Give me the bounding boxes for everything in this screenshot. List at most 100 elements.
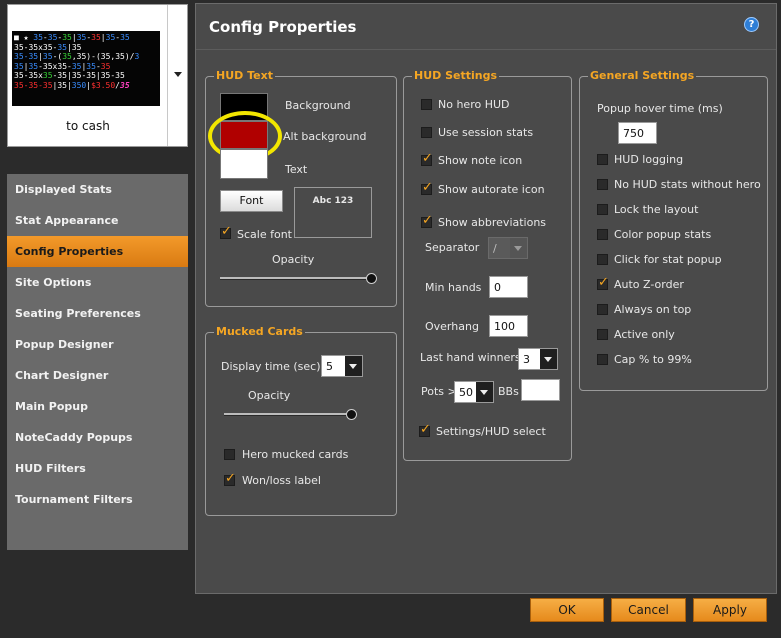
sidebar-item-seating-preferences[interactable]: Seating Preferences (7, 298, 188, 329)
sidebar-item-chart-designer[interactable]: Chart Designer (7, 360, 188, 391)
font-button[interactable]: Font (220, 190, 283, 212)
no-hud-stats-without-hero-checkbox[interactable] (597, 179, 608, 190)
chevron-down-icon (476, 382, 493, 402)
hud-preview-stat: 350 (71, 80, 87, 90)
sidebar-item-popup-designer[interactable]: Popup Designer (7, 329, 188, 360)
scale-font-label: Scale font (237, 228, 292, 241)
last-hand-winners-select[interactable]: 3 (518, 348, 558, 370)
chevron-down-icon (540, 349, 557, 369)
no-hud-stats-without-hero-label: No HUD stats without hero (614, 178, 761, 191)
show-note-icon-checkbox[interactable] (421, 151, 433, 166)
won-loss-label-checkbox[interactable] (224, 471, 236, 486)
text-opacity-slider-thumb[interactable] (366, 273, 377, 284)
last-hand-winners-value: 3 (523, 353, 530, 366)
mucked-cards-group: Mucked Cards Display time (sec) 5 Opacit… (205, 325, 397, 516)
sidebar-item-displayed-stats[interactable]: Displayed Stats (7, 174, 188, 205)
hud-preview-stat: -35|35-35|35-35 (52, 71, 125, 81)
hud-preview-stat: 35 (62, 52, 72, 62)
pots-select[interactable]: 50 (454, 381, 494, 403)
hud-preview-stat: ■ (14, 33, 24, 42)
no-hero-hud-checkbox[interactable] (421, 99, 432, 110)
config-properties-panel: Config Properties ? HUD Text Background … (195, 3, 777, 594)
text-label: Text (285, 163, 308, 176)
show-note-icon-label: Show note icon (438, 154, 523, 167)
cap-percent-label: Cap % to 99% (614, 353, 692, 366)
sidebar-item-hud-filters[interactable]: HUD Filters (7, 453, 188, 484)
chevron-down-icon (345, 356, 362, 376)
hero-mucked-cards-label: Hero mucked cards (242, 448, 349, 461)
font-preview: Abc 123 (294, 187, 372, 238)
hud-preview-stat: 35 (62, 33, 72, 42)
hud-preview-stat: -( (52, 52, 63, 62)
sidebar-item-notecaddy-popups[interactable]: NoteCaddy Popups (7, 422, 188, 453)
use-session-stats-checkbox[interactable] (421, 127, 432, 138)
min-hands-input[interactable]: 0 (489, 276, 528, 298)
min-hands-label: Min hands (425, 281, 482, 294)
hud-preview-stat: 35-35x35- (14, 42, 58, 52)
cancel-button[interactable]: Cancel (611, 598, 686, 622)
sidebar-item-site-options[interactable]: Site Options (7, 267, 188, 298)
separator-select[interactable]: / (488, 237, 528, 259)
show-abbreviations-label: Show abbreviations (438, 216, 547, 229)
use-session-stats-label: Use session stats (438, 126, 534, 139)
color-popup-stats-checkbox[interactable] (597, 229, 608, 240)
hud-preview-stat: 35 (57, 42, 67, 52)
sidebar-item-stat-appearance[interactable]: Stat Appearance (7, 205, 188, 236)
title-divider (196, 49, 776, 50)
general-settings-group: General Settings Popup hover time (ms) 7… (579, 69, 768, 391)
hud-preview-row: 35|35-35x35-35|35-35 (14, 62, 158, 72)
hud-preview-stat: 35 (120, 80, 130, 90)
show-abbreviations-checkbox[interactable] (421, 213, 433, 228)
profile-selector[interactable]: ■ ★ 35-35-35|35-35|35-35 35-35x35-35|35 35… (7, 4, 188, 147)
mucked-opacity-slider[interactable] (224, 413, 352, 416)
mucked-opacity-slider-thumb[interactable] (346, 409, 357, 420)
hud-preview-stat: 35 (33, 33, 43, 42)
hud-preview-stat: 3 (134, 52, 140, 62)
sidebar-item-config-properties[interactable]: Config Properties (7, 236, 188, 267)
apply-button[interactable]: Apply (693, 598, 767, 622)
hero-mucked-cards-checkbox[interactable] (224, 449, 235, 460)
text-opacity-slider[interactable] (220, 277, 372, 280)
hud-text-group: HUD Text Background Alt background Text … (205, 69, 397, 307)
hud-preview-stat: 35 (105, 33, 116, 42)
hud-preview-stat: 35 (76, 33, 87, 42)
popup-hover-time-label: Popup hover time (ms) (597, 102, 723, 115)
settings-hud-select-checkbox[interactable] (419, 422, 431, 437)
pots-value: 50 (459, 386, 473, 399)
text-color-swatch[interactable] (220, 149, 268, 179)
bbs-label: BBs (498, 385, 519, 398)
alt-background-label: Alt background (283, 130, 367, 143)
show-autorate-icon-checkbox[interactable] (421, 180, 433, 195)
always-on-top-checkbox[interactable] (597, 304, 608, 315)
click-for-stat-popup-checkbox[interactable] (597, 254, 608, 265)
hud-preview-stat: -(35,35)/ (91, 52, 135, 62)
chevron-down-icon (510, 238, 527, 258)
sidebar-item-main-popup[interactable]: Main Popup (7, 391, 188, 422)
ok-button[interactable]: OK (530, 598, 604, 622)
bbs-input[interactable] (521, 379, 560, 401)
sidebar-item-tournament-filters[interactable]: Tournament Filters (7, 484, 188, 515)
auto-z-order-checkbox[interactable] (597, 275, 609, 290)
overhang-input[interactable]: 100 (489, 315, 528, 337)
display-time-label: Display time (sec) (221, 360, 321, 373)
active-only-checkbox[interactable] (597, 329, 608, 340)
auto-z-order-label: Auto Z-order (614, 278, 684, 291)
lock-the-layout-checkbox[interactable] (597, 204, 608, 215)
hud-settings-group: HUD Settings No hero HUD Use session sta… (403, 69, 572, 461)
hud-preview-stat: 35 (42, 52, 53, 62)
settings-nav: Displayed Stats Stat Appearance Config Pro… (7, 174, 188, 550)
popup-hover-time-input[interactable]: 750 (618, 122, 657, 144)
display-time-select[interactable]: 5 (321, 355, 363, 377)
hud-logging-checkbox[interactable] (597, 154, 608, 165)
hud-preview-image: ■ ★ 35-35-35|35-35|35-35 35-35x35-35|35 35… (12, 31, 160, 106)
cap-percent-checkbox[interactable] (597, 354, 608, 365)
color-popup-stats-label: Color popup stats (614, 228, 712, 241)
always-on-top-label: Always on top (614, 303, 692, 316)
scale-font-checkbox[interactable] (220, 224, 232, 239)
hud-preview-stat: 35) (76, 52, 92, 62)
hud-preview-stat: |35| (52, 80, 72, 90)
profile-dropdown-button[interactable] (167, 5, 187, 146)
hud-preview-stat: 35 (100, 61, 111, 71)
help-icon[interactable]: ? (744, 17, 759, 32)
hud-text-title: HUD Text (214, 69, 275, 82)
